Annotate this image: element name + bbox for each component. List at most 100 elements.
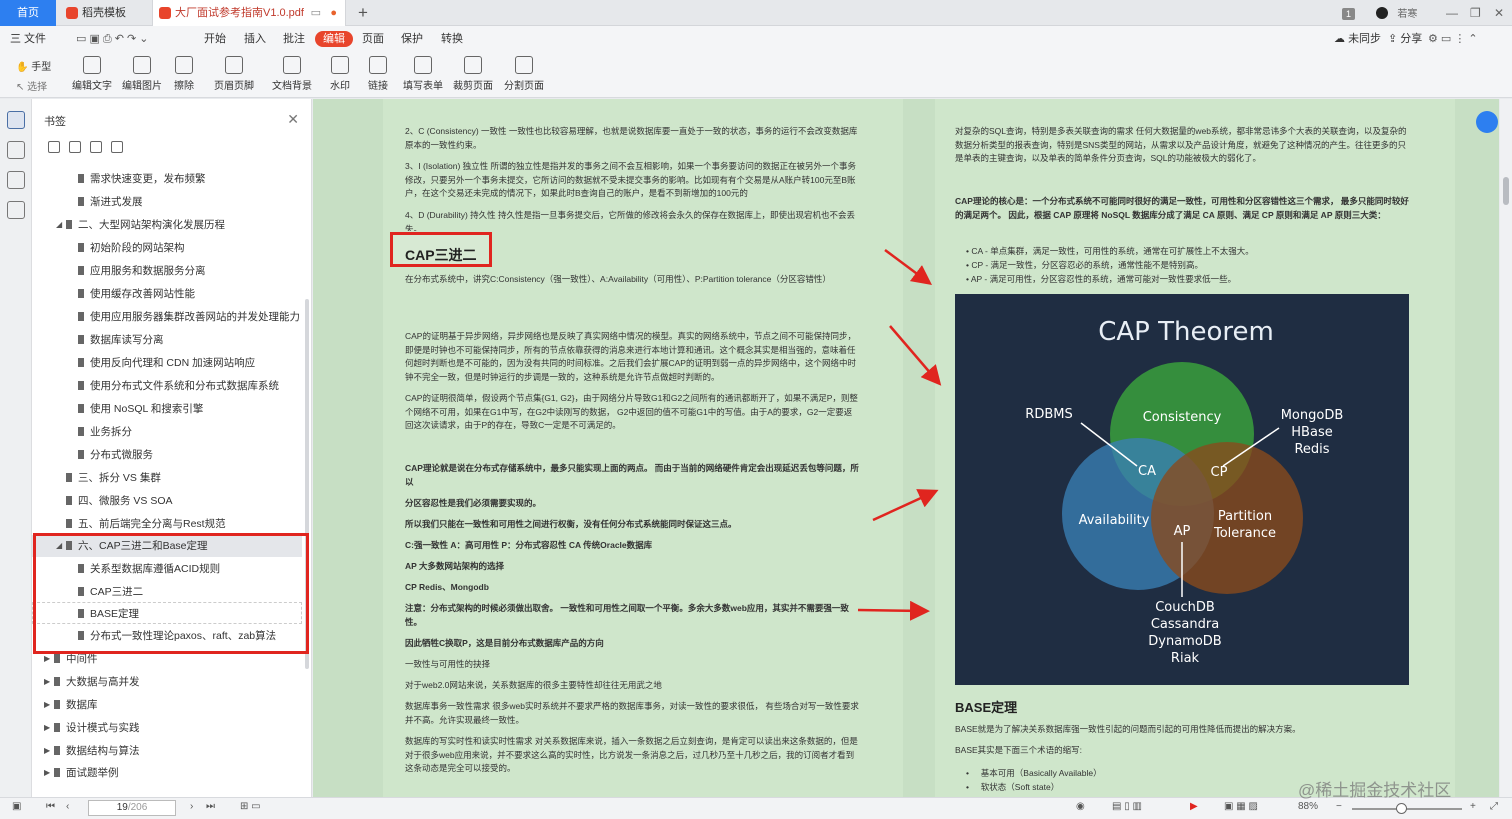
- fill-form-button[interactable]: 填写表单: [397, 56, 449, 92]
- bookmark-item[interactable]: 使用 NoSQL 和搜索引擎: [32, 398, 302, 420]
- bookmark-item[interactable]: ▶ 面试题举例: [32, 762, 302, 784]
- thumbnail-icon[interactable]: [7, 141, 25, 159]
- close-window-button[interactable]: ✕: [1494, 0, 1504, 26]
- bookmark-item[interactable]: ▶ 数据结构与算法: [32, 740, 302, 762]
- screen-icon[interactable]: ▭: [311, 0, 321, 26]
- crop-page-button[interactable]: 裁剪页面: [447, 56, 499, 92]
- bookmark-item[interactable]: 数据库读写分离: [32, 329, 302, 351]
- bookmark-item[interactable]: ▶ 大数据与高并发: [32, 671, 302, 693]
- collapsed-arrow-icon[interactable]: ▶: [44, 694, 50, 716]
- zoom-slider[interactable]: [1352, 808, 1462, 810]
- minimize-button[interactable]: —: [1446, 0, 1458, 26]
- menu-protect[interactable]: 保护: [401, 31, 423, 47]
- delete-bookmark-icon[interactable]: [111, 141, 123, 153]
- erase-button[interactable]: 擦除: [158, 56, 210, 92]
- vertical-scrollbar[interactable]: [1500, 99, 1512, 797]
- badge-icon[interactable]: 1: [1342, 0, 1356, 26]
- tab-template[interactable]: 稻壳模板: [60, 0, 148, 26]
- bookmark-item[interactable]: 使用缓存改善网站性能: [32, 283, 302, 305]
- collapsed-arrow-icon[interactable]: ▶: [44, 671, 50, 693]
- edit-text-label: 编辑文字: [72, 81, 112, 92]
- scroll-thumb[interactable]: [1503, 177, 1509, 205]
- collapsed-arrow-icon[interactable]: ▶: [44, 717, 50, 739]
- add-bookmark-icon[interactable]: [90, 141, 102, 153]
- panel-title: 书签: [44, 116, 66, 128]
- bookmark-panel-icon[interactable]: [7, 111, 25, 129]
- bookmark-item[interactable]: 渐进式发展: [32, 191, 302, 213]
- menu-convert[interactable]: 转换: [441, 31, 463, 47]
- page-number-input[interactable]: 19/206: [88, 800, 176, 816]
- menu-edit[interactable]: 编辑: [315, 31, 353, 47]
- bookmark-item[interactable]: ▶ 数据库: [32, 694, 302, 716]
- bookmark-item[interactable]: 需求快速变更，发布频繁: [32, 168, 302, 190]
- doc-background-button[interactable]: 文档背景: [266, 56, 318, 92]
- bookmark-flag-icon: [78, 381, 84, 390]
- user-account[interactable]: 若寒: [1376, 0, 1417, 26]
- expand-all-icon[interactable]: [48, 141, 60, 153]
- bookmark-item[interactable]: 分布式微服务: [32, 444, 302, 466]
- zoom-slider-knob[interactable]: [1396, 803, 1407, 814]
- menu-file[interactable]: 三 文件: [10, 31, 46, 47]
- bookmark-flag-icon: [78, 427, 84, 436]
- collapsed-arrow-icon[interactable]: ▶: [44, 740, 50, 762]
- layout-icons[interactable]: ▣ ▦ ▨: [1224, 801, 1258, 812]
- hand-tool[interactable]: ✋ 手型: [16, 58, 51, 73]
- new-tab-button[interactable]: +: [358, 3, 368, 23]
- expanded-arrow-icon[interactable]: ◢: [56, 214, 62, 236]
- more-icons[interactable]: ⚙ ▭ ⋮ ⌃: [1428, 31, 1478, 47]
- menu-insert[interactable]: 插入: [244, 31, 266, 47]
- zoom-in-icon[interactable]: +: [1470, 801, 1476, 812]
- attachment-icon[interactable]: [7, 171, 25, 189]
- menu-start[interactable]: 开始: [204, 31, 226, 47]
- bookmark-item[interactable]: 四、微服务 VS SOA: [32, 490, 302, 512]
- bookmark-item[interactable]: 三、拆分 VS 集群: [32, 467, 302, 489]
- bookmark-item[interactable]: 五、前后端完全分离与Rest规范: [32, 513, 302, 535]
- menu-comment[interactable]: 批注: [283, 31, 305, 47]
- header-footer-button[interactable]: 页眉页脚: [208, 56, 260, 92]
- signature-icon[interactable]: [7, 201, 25, 219]
- avatar: [1376, 7, 1388, 19]
- zoom-out-icon[interactable]: −: [1336, 801, 1342, 812]
- bookmark-item[interactable]: 使用分布式文件系统和分布式数据库系统: [32, 375, 302, 397]
- play-icon[interactable]: ▶: [1190, 801, 1198, 812]
- tab-document[interactable]: 大厂面试参考指南V1.0.pdf ▭ ●: [152, 0, 346, 26]
- bookmark-item[interactable]: 使用反向代理和 CDN 加速网站响应: [32, 352, 302, 374]
- paragraph-bold: 因此牺牲C换取P，这是目前分布式数据库产品的方向: [405, 638, 604, 648]
- unsaved-dot-icon[interactable]: ●: [330, 0, 337, 26]
- eye-mode-icon[interactable]: ◉: [1076, 801, 1085, 812]
- edit-text-button[interactable]: 编辑文字: [66, 56, 118, 92]
- first-page-icon[interactable]: ⏮: [46, 801, 55, 812]
- paragraph: CAP的证明基于异步网络，异步网络也是反映了真实网络中情况的模型。真实的网络系统…: [405, 331, 856, 382]
- collapsed-arrow-icon[interactable]: ▶: [44, 762, 50, 784]
- bookmark-item[interactable]: ▶ 设计模式与实践: [32, 717, 302, 739]
- zoom-value[interactable]: 88%: [1298, 801, 1318, 812]
- bookmark-item[interactable]: 使用应用服务器集群改善网站的并发处理能力: [32, 306, 302, 328]
- prev-page-icon[interactable]: ‹: [66, 801, 69, 812]
- last-page-icon[interactable]: ⏭: [206, 801, 215, 812]
- bookmark-item[interactable]: 业务拆分: [32, 421, 302, 443]
- view-mode-icons[interactable]: ▤ ▯ ▥: [1112, 801, 1142, 812]
- next-page-icon[interactable]: ›: [190, 801, 193, 812]
- bookmark-item[interactable]: 初始阶段的网站架构: [32, 237, 302, 259]
- collapse-all-icon[interactable]: [69, 141, 81, 153]
- fullscreen-icon[interactable]: ⤢: [1490, 801, 1498, 812]
- split-icon: [515, 56, 533, 74]
- sidebar-toggle-icon[interactable]: ▣: [12, 801, 21, 812]
- select-tool[interactable]: ↖ 选择: [16, 78, 47, 93]
- header-footer-icon: [225, 56, 243, 74]
- bookmark-label: 四、微服务 VS SOA: [78, 495, 173, 507]
- sync-status[interactable]: ☁ 未同步: [1334, 31, 1381, 47]
- assistant-float-icon[interactable]: [1476, 111, 1498, 133]
- split-page-button[interactable]: 分割页面: [498, 56, 550, 92]
- page-current: 19: [116, 802, 128, 813]
- tab-home[interactable]: 首页: [0, 0, 56, 26]
- fit-width-icon[interactable]: ⊞ ▭: [240, 801, 261, 812]
- bookmark-item[interactable]: ◢ 二、大型网站架构演化发展历程: [32, 214, 302, 236]
- bullet-text: CP - 满足一致性，分区容忍必的系统，通常性能不是特别高。: [971, 260, 1204, 270]
- menu-page[interactable]: 页面: [362, 31, 384, 47]
- restore-button[interactable]: ❐: [1470, 0, 1481, 26]
- bookmark-item[interactable]: 应用服务和数据服务分离: [32, 260, 302, 282]
- share-button[interactable]: ⇪ 分享: [1388, 31, 1422, 47]
- close-icon[interactable]: ✕: [287, 111, 299, 128]
- quick-tools[interactable]: ▭ ▣ ⎙ ↶ ↷ ⌄: [76, 31, 149, 47]
